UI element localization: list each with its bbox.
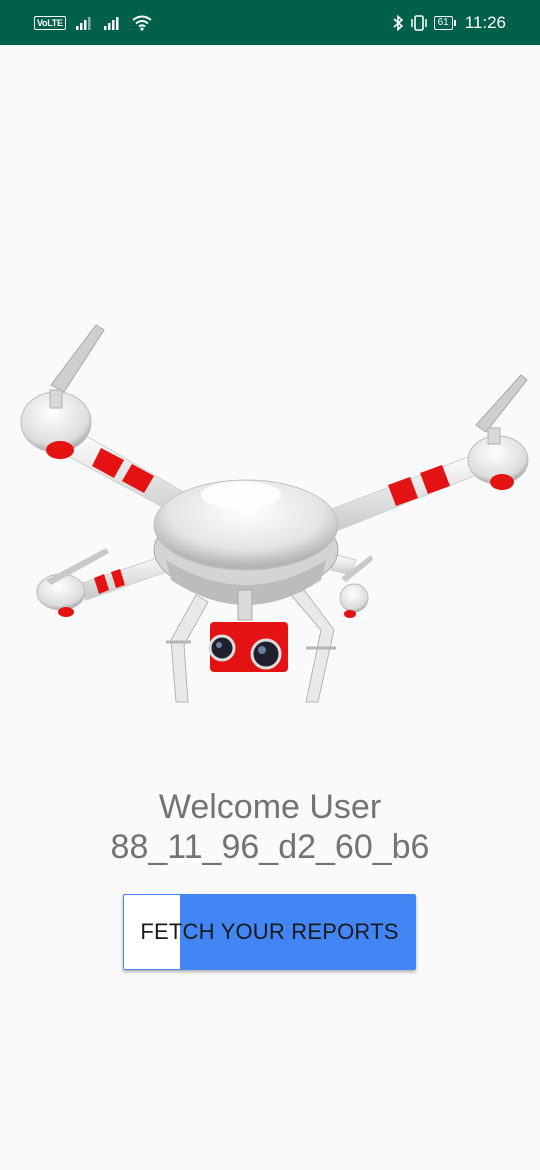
camera <box>208 622 288 672</box>
vibrate-icon <box>410 14 427 31</box>
bluetooth-icon <box>393 14 403 31</box>
status-left: VoLTE <box>34 15 152 31</box>
status-right: 61 11:26 <box>392 13 506 33</box>
volte-badge: VoLTE <box>34 15 66 30</box>
signal-icon <box>75 16 91 30</box>
user-id: 88_11_96_d2_60_b6 <box>110 828 430 866</box>
clock: 11:26 <box>464 12 506 32</box>
fetch-reports-label: FETCH YOUR REPORTS <box>140 919 399 944</box>
fetch-reports-button[interactable]: FETCH YOUR REPORTS <box>123 894 416 970</box>
drone-image <box>20 324 529 703</box>
status-bar: VoLTE 61 11:26 <box>0 0 540 45</box>
battery-icon: 61 <box>433 15 456 30</box>
signal-icon-2 <box>103 16 119 30</box>
welcome-title: Welcome User <box>158 788 382 826</box>
welcome-message: Welcome User 88_11_96_d2_60_b6 <box>0 787 540 867</box>
wifi-icon <box>132 15 152 31</box>
